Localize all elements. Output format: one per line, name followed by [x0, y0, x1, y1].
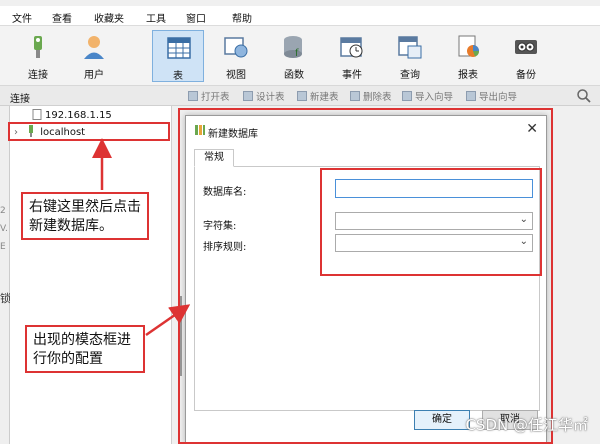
tab-general[interactable]: 常规	[194, 149, 234, 167]
annotation-arrows	[92, 138, 191, 337]
watermark: CSDN @任江华㎡	[465, 416, 588, 434]
arrow-to-dialog	[145, 304, 191, 337]
